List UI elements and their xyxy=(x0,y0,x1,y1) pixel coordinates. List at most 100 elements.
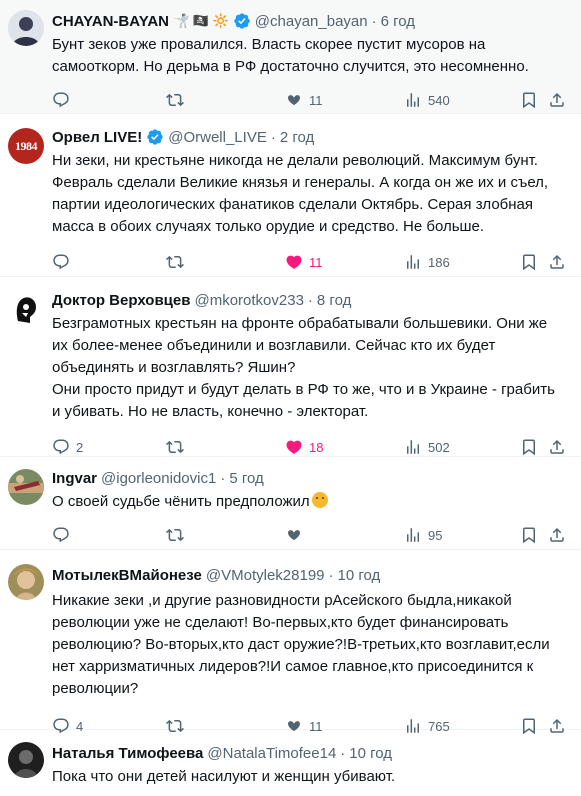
reply-icon xyxy=(53,439,69,455)
author-handle[interactable]: @chayan_bayan xyxy=(255,13,368,30)
bookmark-button[interactable] xyxy=(520,91,538,109)
retweet-button[interactable] xyxy=(166,438,184,456)
reply-button[interactable]: 2 xyxy=(52,438,83,456)
separator-dot: · xyxy=(340,744,346,762)
tweet-text: Безграмотных крестьян на фронте обрабаты… xyxy=(52,315,548,376)
share-button[interactable] xyxy=(548,91,566,109)
author-handle[interactable]: @Orwell_LIVE xyxy=(168,129,267,146)
views-icon xyxy=(407,93,419,107)
timestamp[interactable]: 2 год xyxy=(280,129,314,146)
author-name[interactable]: Наталья Тимофеева xyxy=(52,745,203,762)
tweet-text: Ни зеки, ни крестьяне никогда не делали … xyxy=(52,152,549,235)
like-button[interactable]: 11 xyxy=(285,91,323,109)
author-name[interactable]: Ingvar xyxy=(52,470,97,487)
tweet[interactable]: Доктор Верховцев @mkorotkov233 · 8 год Б… xyxy=(0,277,581,457)
action-bar: 95 xyxy=(52,515,565,555)
view-count: 186 xyxy=(428,254,450,270)
views-button[interactable]: 95 xyxy=(404,526,442,544)
separator-dot: · xyxy=(220,469,226,487)
timestamp[interactable]: 6 год xyxy=(381,13,415,30)
view-count: 540 xyxy=(428,92,450,108)
separator-dot: · xyxy=(371,12,377,30)
like-button[interactable]: 18 xyxy=(285,438,323,456)
like-icon xyxy=(288,95,300,106)
views-icon xyxy=(407,528,419,542)
timestamp[interactable]: 8 год xyxy=(317,292,351,309)
view-count: 502 xyxy=(428,439,450,455)
thinking-emoji-icon xyxy=(311,492,328,508)
share-icon xyxy=(550,92,564,107)
retweet-button[interactable] xyxy=(166,526,184,544)
avatar[interactable] xyxy=(8,742,44,778)
bookmark-icon xyxy=(523,527,535,544)
verified-icon xyxy=(146,128,164,146)
avatar[interactable] xyxy=(8,469,44,505)
views-icon xyxy=(407,255,419,269)
avatar[interactable] xyxy=(8,564,44,600)
tweet-text: О своей судьбе чёнить предположил xyxy=(52,493,310,510)
tweet[interactable]: Наталья Тимофеева @NatalaTimofee14 · 10 … xyxy=(0,730,581,796)
views-button[interactable]: 540 xyxy=(404,91,450,109)
reply-icon xyxy=(53,254,69,270)
bookmark-button[interactable] xyxy=(520,526,538,544)
like-count: 11 xyxy=(309,254,323,270)
separator-dot: · xyxy=(307,291,313,309)
retweet-icon xyxy=(166,440,184,454)
like-count: 18 xyxy=(309,439,324,455)
timestamp[interactable]: 10 год xyxy=(338,567,381,584)
retweet-button[interactable] xyxy=(166,91,184,109)
bookmark-icon xyxy=(523,92,535,109)
author-handle[interactable]: @VMotylek28199 xyxy=(206,567,325,584)
tweet[interactable]: CHAYAN-BAYAN 🤺 🏴‍☠️ 🔆 @chayan_bayan · 6 … xyxy=(0,0,581,114)
retweet-button[interactable] xyxy=(166,253,184,271)
share-button[interactable] xyxy=(548,253,566,271)
author-name[interactable]: МотылекВМайонезе xyxy=(52,567,202,584)
separator-dot: · xyxy=(270,128,276,146)
reply-button[interactable] xyxy=(52,253,76,271)
like-button[interactable]: 11 xyxy=(285,253,323,271)
tweet-text: Никакие зеки ,и другие разновидности рАс… xyxy=(52,592,550,697)
reply-count: 2 xyxy=(76,439,84,455)
tweet[interactable]: МотылекВМайонезе @VMotylek28199 · 10 год… xyxy=(0,550,581,735)
name-emoji: 🤺 🏴‍☠️ 🔆 xyxy=(173,13,229,28)
author-name[interactable]: Доктор Верховцев xyxy=(52,292,190,309)
views-button[interactable]: 186 xyxy=(404,253,450,271)
avatar[interactable] xyxy=(8,10,44,46)
share-icon xyxy=(550,527,564,542)
author-handle[interactable]: @NatalaTimofee14 xyxy=(207,745,336,762)
bookmark-button[interactable] xyxy=(520,438,538,456)
bookmark-icon xyxy=(523,254,535,271)
like-icon xyxy=(286,255,302,269)
avatar-logo-text: 1984 xyxy=(15,138,38,153)
like-icon xyxy=(286,440,302,454)
share-button[interactable] xyxy=(548,438,566,456)
author-name[interactable]: Орвел LIVE! xyxy=(52,129,142,146)
reply-icon xyxy=(53,92,69,108)
views-button[interactable]: 502 xyxy=(404,438,450,456)
tweet-text-line: О своей судьбе чёнить предположил xyxy=(52,491,565,513)
bookmark-icon xyxy=(523,439,535,456)
share-icon xyxy=(550,254,564,269)
timestamp[interactable]: 10 год xyxy=(349,745,392,762)
reply-button[interactable] xyxy=(52,526,70,544)
bookmark-button[interactable] xyxy=(520,253,538,271)
author-name[interactable]: CHAYAN-BAYAN xyxy=(52,13,169,30)
retweet-icon xyxy=(166,528,184,542)
like-button[interactable] xyxy=(285,526,303,544)
retweet-icon xyxy=(166,255,184,269)
view-count: 95 xyxy=(428,527,443,543)
tweet-text: Пока что они детей насилуют и женщин уби… xyxy=(52,768,396,785)
author-handle[interactable]: @igorleonidovic1 xyxy=(101,470,216,487)
tweet[interactable]: 1984 Орвел LIVE! @Orwell_LIVE · 2 год Ни… xyxy=(0,114,581,277)
like-count: 11 xyxy=(309,92,323,108)
author-handle[interactable]: @mkorotkov233 xyxy=(194,292,303,309)
tweet[interactable]: Ingvar @igorleonidovic1 · 5 год О своей … xyxy=(0,457,581,550)
separator-dot: · xyxy=(328,566,334,584)
share-button[interactable] xyxy=(548,526,566,544)
reply-button[interactable] xyxy=(52,91,76,109)
avatar[interactable]: 1984 xyxy=(8,128,44,164)
avatar[interactable] xyxy=(8,291,44,327)
reply-feed: CHAYAN-BAYAN 🤺 🏴‍☠️ 🔆 @chayan_bayan · 6 … xyxy=(0,0,581,796)
timestamp[interactable]: 5 год xyxy=(229,470,263,487)
reply-icon xyxy=(53,527,69,543)
